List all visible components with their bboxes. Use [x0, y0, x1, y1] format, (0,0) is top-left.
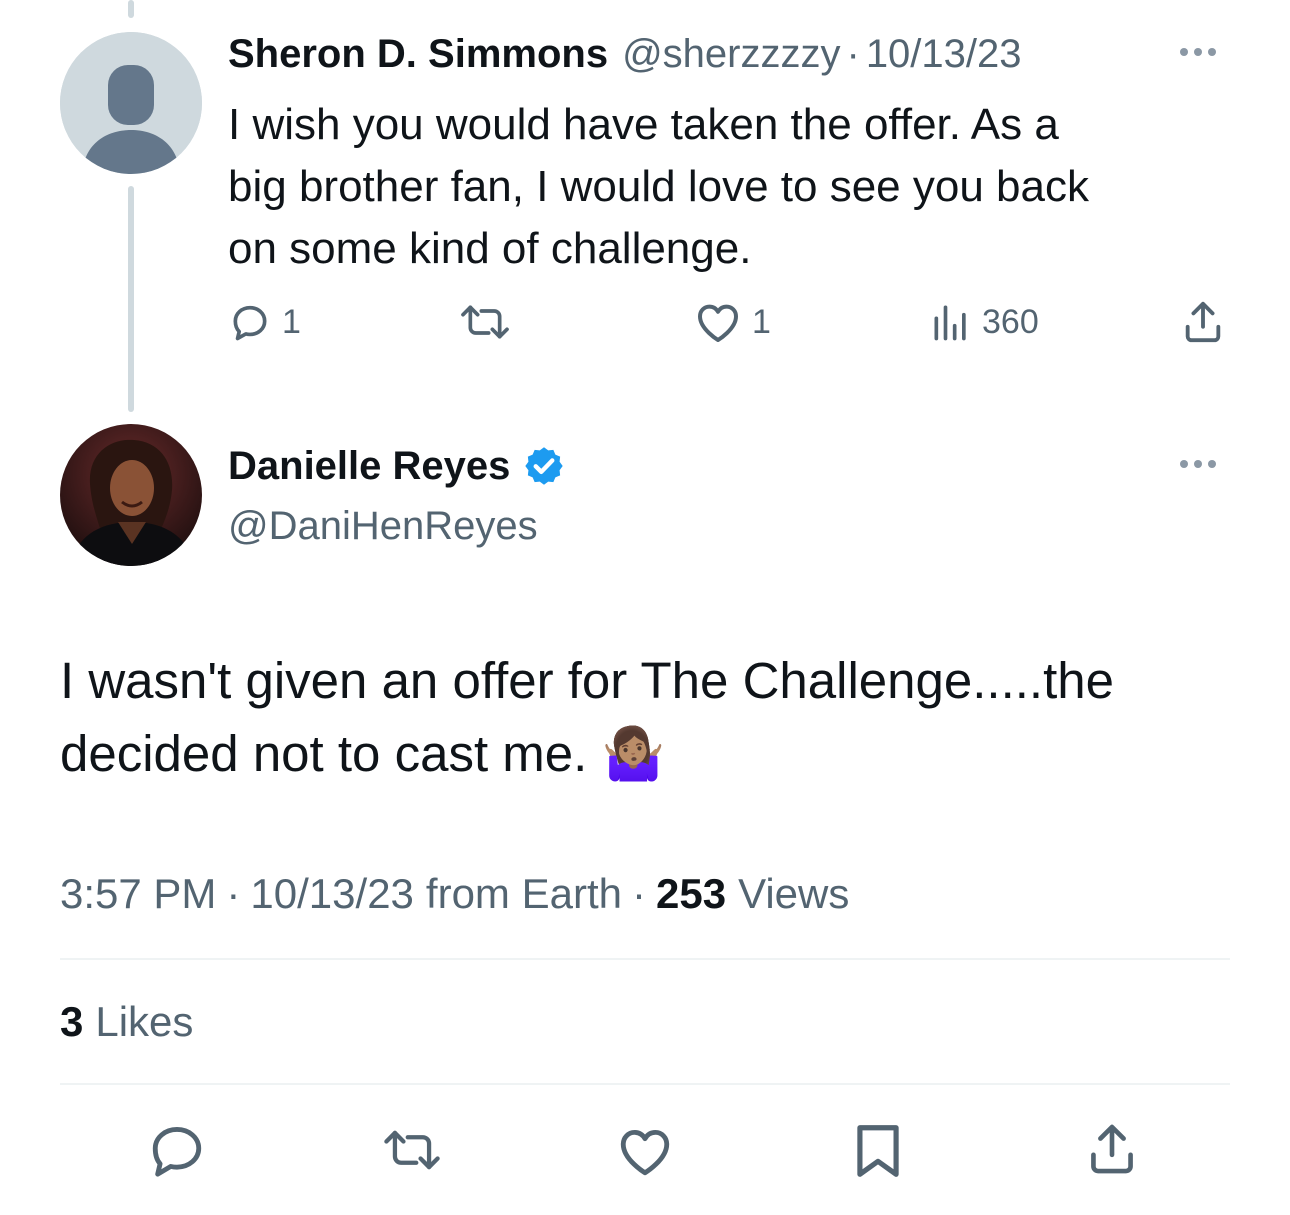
- reply-action-share[interactable]: [1180, 298, 1226, 351]
- like-icon: [620, 1129, 670, 1176]
- tweet-date[interactable]: 10/13/23: [250, 868, 414, 920]
- reply-action-retweet[interactable]: [456, 298, 524, 346]
- main-bookmark-button[interactable]: [852, 1120, 904, 1187]
- main-tweet-meta: 3:57 PM · 10/13/23 from Earth · 253 View…: [60, 868, 849, 920]
- likes-summary[interactable]: 3 Likes: [60, 996, 193, 1048]
- views-icon: [934, 305, 966, 341]
- meta-separator: ·: [226, 870, 241, 917]
- reply-text-line: big brother fan, I would love to see you…: [228, 162, 1089, 211]
- profile-photo: [60, 424, 202, 566]
- reply-author-avatar[interactable]: [60, 32, 202, 174]
- bookmark-icon: [857, 1125, 899, 1177]
- main-retweet-button[interactable]: [380, 1124, 444, 1181]
- meta-separator: ·: [631, 870, 646, 917]
- reply-count: 1: [282, 302, 301, 341]
- main-reply-button[interactable]: [148, 1122, 206, 1183]
- reply-author-handle[interactable]: @sherzzzzy: [622, 32, 840, 77]
- views-number: 253: [655, 870, 727, 917]
- reply-text: I wish you would have taken the offer. A…: [228, 94, 1089, 280]
- main-text-line: decided not to cast me. 🤷🏽‍♀️: [60, 725, 665, 782]
- verified-badge-icon: [525, 447, 564, 485]
- main-author-handle[interactable]: @DaniHenReyes: [228, 500, 538, 552]
- reply-icon: [152, 1127, 202, 1177]
- main-text-line: I wasn't given an offer for The Challeng…: [60, 652, 1114, 709]
- reply-author-name[interactable]: Sheron D. Simmons: [228, 32, 608, 77]
- like-count: 1: [752, 302, 771, 341]
- views-label: Views: [738, 870, 850, 917]
- reply-separator: ·: [846, 31, 860, 76]
- reply-date[interactable]: 10/13/23: [866, 32, 1022, 77]
- reply-more-icon[interactable]: [1180, 48, 1216, 56]
- main-share-button[interactable]: [1084, 1120, 1140, 1183]
- likes-label: Likes: [95, 998, 194, 1045]
- default-avatar-icon: [60, 32, 202, 174]
- reply-text-line: I wish you would have taken the offer. A…: [228, 100, 1059, 149]
- reply-action-like[interactable]: 1: [694, 298, 771, 346]
- reply-action-reply[interactable]: 1: [228, 298, 301, 346]
- main-like-button[interactable]: [616, 1124, 674, 1183]
- tweet-source: from Earth: [425, 870, 622, 917]
- reply-text-line: on some kind of challenge.: [228, 224, 752, 273]
- likes-number: 3: [60, 998, 84, 1045]
- thread-line-top: [128, 0, 134, 18]
- main-author-avatar[interactable]: [60, 424, 202, 566]
- thread-connector: [128, 186, 134, 412]
- tweet-time[interactable]: 3:57 PM: [60, 868, 216, 920]
- divider: [60, 958, 1230, 960]
- main-more-icon[interactable]: [1180, 460, 1216, 468]
- retweet-icon: [461, 305, 509, 339]
- like-icon: [698, 304, 738, 342]
- main-author-name-row: Danielle Reyes: [228, 440, 566, 492]
- share-icon: [1091, 1124, 1133, 1174]
- reply-icon: [233, 305, 267, 341]
- views-count: 360: [982, 302, 1039, 341]
- divider: [60, 1083, 1230, 1085]
- share-icon: [1185, 301, 1221, 343]
- reply-header: Sheron D. Simmons @sherzzzzy · 10/13/23: [228, 28, 1022, 80]
- main-tweet-text: I wasn't given an offer for The Challeng…: [60, 644, 1114, 790]
- reply-action-views[interactable]: 360: [930, 298, 1039, 346]
- retweet-icon: [384, 1130, 440, 1170]
- main-author-name[interactable]: Danielle Reyes: [228, 444, 510, 489]
